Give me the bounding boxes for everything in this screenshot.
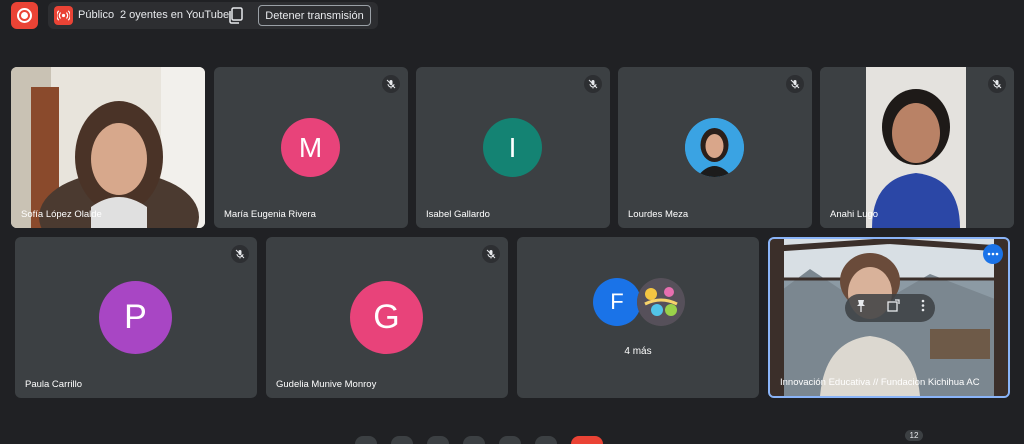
more-participants-tile[interactable]: F 4 más <box>517 237 759 398</box>
recording-button[interactable] <box>11 2 38 29</box>
avatar: F <box>593 278 641 326</box>
participant-tile[interactable]: M María Eugenia Rivera <box>214 67 408 228</box>
visibility-label: Público <box>78 9 115 21</box>
record-icon <box>17 8 32 23</box>
avatar: I <box>483 118 542 177</box>
stop-streaming-button[interactable]: Detener transmisión <box>258 5 371 26</box>
participant-tile[interactable]: I Isabel Gallardo <box>416 67 610 228</box>
avatar-initial: G <box>373 298 400 336</box>
participant-video <box>11 67 205 228</box>
frame-icon[interactable] <box>887 299 901 317</box>
participant-tile-video[interactable]: Sofía López Olalde <box>11 67 205 228</box>
avatar: G <box>350 281 423 354</box>
avatar-initial: F <box>610 289 624 314</box>
avatar-photo <box>637 278 685 326</box>
participant-tile-video[interactable]: Anahi Lugo <box>820 67 1014 228</box>
participant-name: Innovación Educativa // Fundacion Kichih… <box>780 377 980 388</box>
participant-count-badge: 12 <box>905 430 923 441</box>
avatar-photo <box>685 118 744 177</box>
top-bar: Público 2 oyentes en YouTube Detener tra… <box>0 0 1024 30</box>
copy-link-icon[interactable] <box>228 7 244 24</box>
live-stream-panel: Público 2 oyentes en YouTube Detener tra… <box>48 2 378 29</box>
participant-name: Sofía López Olalde <box>21 209 102 220</box>
participant-tile[interactable]: Lourdes Meza <box>618 67 812 228</box>
control-button[interactable] <box>355 436 377 444</box>
participant-name: Isabel Gallardo <box>426 209 490 220</box>
participant-name: Gudelia Munive Monroy <box>276 379 377 390</box>
more-vertical-icon[interactable] <box>921 299 925 317</box>
leave-call-button[interactable] <box>571 436 603 444</box>
mic-off-icon <box>231 245 249 263</box>
avatar-initial: I <box>508 131 517 163</box>
live-broadcast-icon <box>54 6 73 25</box>
participant-name: Lourdes Meza <box>628 209 689 220</box>
participant-video <box>820 67 1014 228</box>
mic-off-icon <box>382 75 400 93</box>
control-button[interactable] <box>535 436 557 444</box>
avatar-initial: P <box>124 298 147 336</box>
participant-name: María Eugenia Rivera <box>224 209 316 220</box>
viewer-count: 2 oyentes en YouTube <box>120 9 230 21</box>
mic-off-icon <box>482 245 500 263</box>
pin-icon[interactable] <box>855 299 867 317</box>
control-button[interactable] <box>427 436 449 444</box>
control-button[interactable] <box>463 436 485 444</box>
more-participants-label: 4 más <box>624 346 652 357</box>
avatar: P <box>99 281 172 354</box>
mic-off-icon <box>786 75 804 93</box>
bottom-control-bar <box>355 436 675 444</box>
participant-tile[interactable]: P Paula Carrillo <box>15 237 257 398</box>
avatar: M <box>281 118 340 177</box>
participant-name: Paula Carrillo <box>25 379 83 390</box>
tile-hover-controls <box>845 294 935 322</box>
avatar-initial: M <box>298 131 323 163</box>
more-options-button[interactable] <box>983 244 1003 264</box>
control-button[interactable] <box>391 436 413 444</box>
mic-off-icon <box>584 75 602 93</box>
mic-off-icon <box>988 75 1006 93</box>
participant-tile-video[interactable]: Innovación Educativa // Fundacion Kichih… <box>768 237 1010 398</box>
control-button[interactable] <box>499 436 521 444</box>
participant-tile[interactable]: G Gudelia Munive Monroy <box>266 237 508 398</box>
more-horizontal-icon <box>987 252 999 256</box>
participant-name: Anahi Lugo <box>830 209 879 220</box>
